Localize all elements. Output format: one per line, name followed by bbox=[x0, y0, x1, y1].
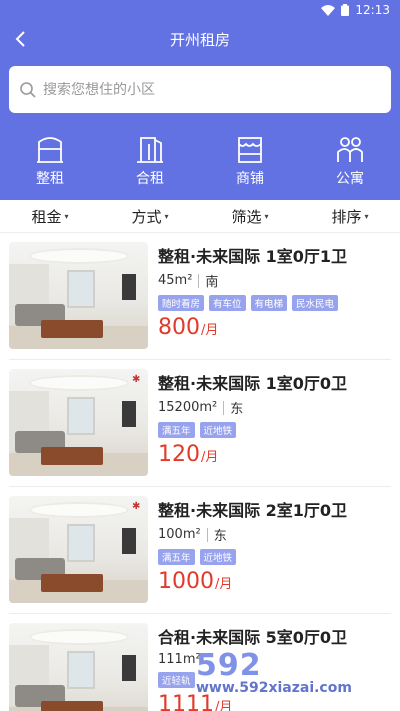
shop-icon bbox=[238, 137, 262, 163]
listing-title: 整租·未来国际 2室1厅0卫 bbox=[158, 501, 348, 520]
listing-tag: 民水民电 bbox=[292, 295, 339, 311]
filter-type[interactable]: 方式 ▾ bbox=[100, 200, 200, 232]
listing-area: 100m² bbox=[158, 527, 201, 542]
category-label: 整租 bbox=[36, 171, 64, 187]
caret-down-icon: ▾ bbox=[364, 211, 369, 221]
category-label: 合租 bbox=[136, 171, 164, 187]
price-value: 1000 bbox=[158, 569, 214, 594]
listing-tag: 有车位 bbox=[209, 295, 246, 311]
listing-tag: 近地铁 bbox=[199, 422, 237, 438]
listing-orientation: 东 bbox=[230, 402, 244, 417]
listing-tag: 近地铁 bbox=[199, 549, 237, 565]
search-icon bbox=[20, 81, 36, 98]
listing-price: 1111/月 bbox=[158, 692, 391, 711]
listing-price: 1000/月 bbox=[158, 569, 391, 594]
listing-area: 45m² bbox=[158, 273, 193, 288]
price-value: 1111 bbox=[158, 692, 214, 711]
listing-tag: 近轻轨 bbox=[158, 672, 195, 688]
filter-sort[interactable]: 排序 ▾ bbox=[300, 200, 400, 232]
listing-tag: 有电梯 bbox=[250, 295, 288, 311]
listing-tag: 满五年 bbox=[158, 422, 195, 438]
listing-title: 整租·未来国际 1室0厅1卫 bbox=[158, 247, 348, 266]
listing-item[interactable]: 合租·未来国际 5室0厅0卫 111m² 近轻轨 1111/月 bbox=[9, 614, 391, 711]
price-unit: /月 bbox=[201, 450, 219, 465]
whole-rent-icon bbox=[37, 137, 63, 163]
search-box[interactable] bbox=[9, 66, 391, 113]
price-unit: /月 bbox=[215, 700, 233, 711]
listing-price: 800/月 bbox=[158, 315, 391, 340]
page-title: 开州租房 bbox=[169, 31, 230, 49]
listing-orientation: 南 bbox=[205, 275, 219, 290]
category-apartment[interactable]: 公寓 bbox=[300, 134, 400, 190]
listing-list: 整租·未来国际 1室0厅1卫 45m² 南 随时看房 有车位 有电梯 民水民电 8… bbox=[0, 233, 400, 711]
listing-item[interactable]: 整租·未来国际 1室0厅1卫 45m² 南 随时看房 有车位 有电梯 民水民电 8… bbox=[9, 233, 391, 360]
category-nav: 整租 合租 商铺 公寓 bbox=[0, 134, 400, 190]
shared-rent-icon bbox=[137, 137, 163, 163]
price-value: 800 bbox=[158, 315, 200, 340]
listing-photo bbox=[9, 623, 148, 711]
listing-tag: 满五年 bbox=[158, 549, 195, 565]
caret-down-icon: ▾ bbox=[164, 211, 169, 221]
status-bar: 12:13 bbox=[0, 0, 400, 22]
listing-photo bbox=[9, 242, 148, 349]
listing-photo: ✱ bbox=[9, 369, 148, 476]
listing-item[interactable]: ✱ 整租·未来国际 2室1厅0卫 100m² 东 满五年 近地铁 1000/月 bbox=[9, 487, 391, 614]
listing-area: 15200m² bbox=[158, 400, 218, 415]
category-label: 公寓 bbox=[336, 171, 364, 187]
listing-orientation: 东 bbox=[213, 529, 227, 544]
apartment-icon bbox=[337, 137, 363, 162]
title-bar: 开州租房 bbox=[0, 22, 400, 56]
listing-title: 合租·未来国际 5室0厅0卫 bbox=[158, 628, 348, 647]
filter-more[interactable]: 筛选 ▾ bbox=[200, 200, 300, 232]
header-area: 12:13 开州租房 整租 合租 商铺 公寓 bbox=[0, 0, 400, 200]
status-time: 12:13 bbox=[355, 3, 390, 17]
category-shared-rent[interactable]: 合租 bbox=[100, 134, 200, 190]
filter-bar: 租金 ▾ 方式 ▾ 筛选 ▾ 排序 ▾ bbox=[0, 200, 400, 233]
filter-rent[interactable]: 租金 ▾ bbox=[0, 200, 100, 232]
listing-photo: ✱ bbox=[9, 496, 148, 603]
category-whole-rent[interactable]: 整租 bbox=[0, 134, 100, 190]
category-shop[interactable]: 商铺 bbox=[200, 134, 300, 190]
price-value: 120 bbox=[158, 442, 200, 467]
filter-label: 筛选 bbox=[231, 207, 262, 226]
caret-down-icon: ▾ bbox=[264, 211, 269, 221]
price-unit: /月 bbox=[201, 323, 219, 338]
search-input[interactable] bbox=[43, 81, 363, 98]
listing-tag: 随时看房 bbox=[158, 295, 205, 311]
price-unit: /月 bbox=[215, 577, 233, 592]
listing-area: 111m² bbox=[158, 652, 201, 667]
category-label: 商铺 bbox=[236, 171, 264, 187]
filter-label: 方式 bbox=[131, 207, 162, 226]
listing-price: 120/月 bbox=[158, 442, 391, 467]
wifi-icon bbox=[321, 4, 336, 16]
filter-label: 租金 bbox=[31, 207, 62, 226]
listing-item[interactable]: ✱ 整租·未来国际 1室0厅0卫 15200m² 东 满五年 近地铁 120/月 bbox=[9, 360, 391, 487]
caret-down-icon: ▾ bbox=[64, 211, 69, 221]
listing-title: 整租·未来国际 1室0厅0卫 bbox=[158, 374, 348, 393]
filter-label: 排序 bbox=[331, 207, 362, 226]
battery-icon bbox=[341, 4, 350, 16]
